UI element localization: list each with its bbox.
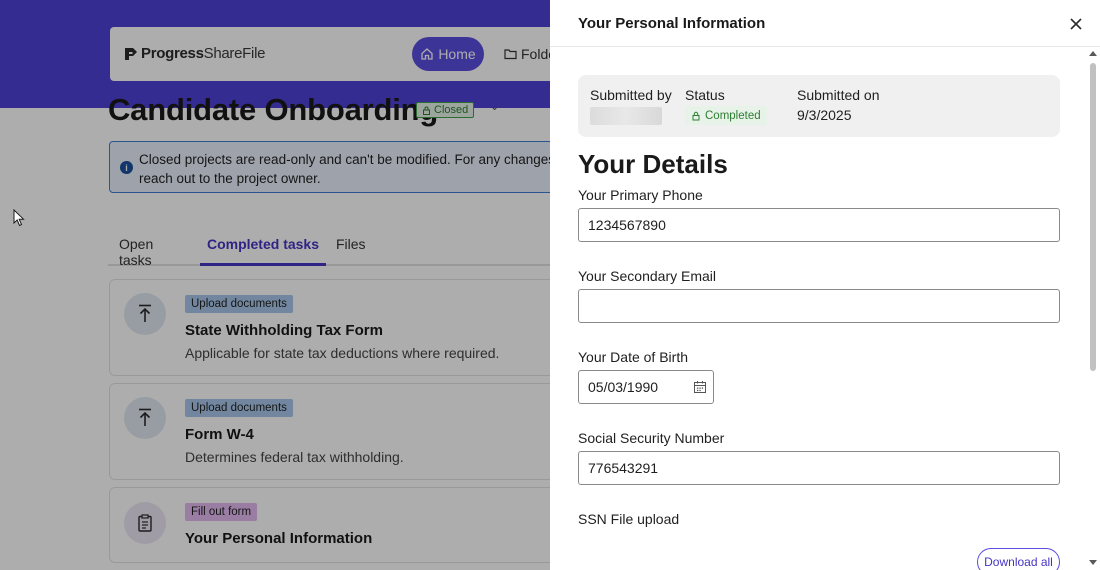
ssn-field[interactable]: 776543291 bbox=[578, 451, 1060, 485]
drawer-scrollbar[interactable] bbox=[1086, 47, 1100, 570]
details-heading: Your Details bbox=[578, 149, 728, 179]
submitted-by-redacted bbox=[590, 107, 662, 125]
dob-label: Your Date of Birth bbox=[578, 349, 688, 365]
secondary-email-label: Your Secondary Email bbox=[578, 268, 717, 284]
drawer-header: Your Personal Information bbox=[550, 0, 1100, 47]
calendar-icon[interactable] bbox=[693, 380, 707, 394]
primary-phone-label: Your Primary Phone bbox=[578, 187, 703, 203]
submitted-by-label: Submitted by bbox=[590, 87, 672, 103]
submitted-on-value: 9/3/2025 bbox=[797, 107, 852, 123]
download-all-button[interactable]: Download all bbox=[977, 548, 1060, 570]
lock-icon bbox=[692, 111, 700, 120]
scrollbar-thumb[interactable] bbox=[1090, 63, 1096, 371]
status-label: Status bbox=[685, 87, 725, 103]
status-value: Completed bbox=[705, 109, 761, 122]
dob-field[interactable]: 05/03/1990 bbox=[578, 370, 714, 404]
status-badge: Completed bbox=[685, 106, 767, 125]
secondary-email-field[interactable] bbox=[578, 289, 1060, 323]
ssn-upload-label: SSN File upload bbox=[578, 511, 680, 527]
scroll-up-arrow-icon[interactable] bbox=[1088, 49, 1098, 57]
personal-info-drawer: Your Personal Information Submitted by S… bbox=[550, 0, 1100, 570]
ssn-label: Social Security Number bbox=[578, 430, 725, 446]
submission-summary: Submitted by Status Completed Submitted … bbox=[578, 75, 1060, 137]
close-icon[interactable] bbox=[1066, 14, 1086, 34]
primary-phone-field[interactable]: 1234567890 bbox=[578, 208, 1060, 242]
drawer-title: Your Personal Information bbox=[578, 15, 766, 32]
mouse-cursor-icon bbox=[13, 209, 25, 227]
scroll-down-arrow-icon[interactable] bbox=[1088, 559, 1098, 567]
dob-value: 05/03/1990 bbox=[588, 379, 659, 395]
submitted-on-label: Submitted on bbox=[797, 87, 880, 103]
